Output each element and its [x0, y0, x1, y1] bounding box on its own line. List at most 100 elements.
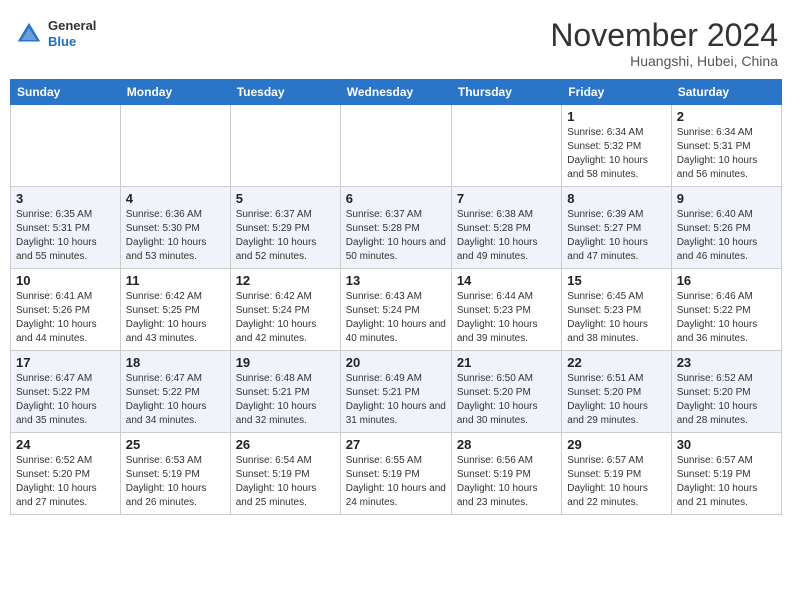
- weekday-header-row: SundayMondayTuesdayWednesdayThursdayFrid…: [11, 80, 782, 105]
- calendar-week-row: 1Sunrise: 6:34 AM Sunset: 5:32 PM Daylig…: [11, 105, 782, 187]
- weekday-header-tuesday: Tuesday: [230, 80, 340, 105]
- day-number: 3: [16, 191, 115, 206]
- day-number: 19: [236, 355, 335, 370]
- calendar-day-14: 14 Sunrise: 6:44 AM Sunset: 5:23 PM Dayli…: [451, 269, 561, 351]
- title-block: November 2024 Huangshi, Hubei, China: [550, 18, 778, 69]
- day-number: 29: [567, 437, 665, 452]
- day-number: 11: [126, 273, 225, 288]
- calendar-week-row: 24 Sunrise: 6:52 AM Sunset: 5:20 PM Dayli…: [11, 433, 782, 515]
- day-number: 14: [457, 273, 556, 288]
- empty-cell: [230, 105, 340, 187]
- calendar-day-3: 3 Sunrise: 6:35 AM Sunset: 5:31 PM Daylig…: [11, 187, 121, 269]
- day-number: 4: [126, 191, 225, 206]
- day-info: Sunrise: 6:52 AM Sunset: 5:20 PM Dayligh…: [16, 454, 115, 510]
- empty-cell: [11, 105, 121, 187]
- day-info: Sunrise: 6:42 AM Sunset: 5:25 PM Dayligh…: [126, 290, 225, 346]
- day-number: 28: [457, 437, 556, 452]
- calendar-day-5: 5 Sunrise: 6:37 AM Sunset: 5:29 PM Daylig…: [230, 187, 340, 269]
- day-info: Sunrise: 6:54 AM Sunset: 5:19 PM Dayligh…: [236, 454, 335, 510]
- logo-icon: [14, 19, 44, 49]
- day-info: Sunrise: 6:53 AM Sunset: 5:19 PM Dayligh…: [126, 454, 225, 510]
- day-info: Sunrise: 6:49 AM Sunset: 5:21 PM Dayligh…: [346, 372, 446, 428]
- day-info: Sunrise: 6:57 AM Sunset: 5:19 PM Dayligh…: [677, 454, 776, 510]
- calendar-day-30: 30Sunrise: 6:57 AM Sunset: 5:19 PM Dayli…: [671, 433, 781, 515]
- day-number: 24: [16, 437, 115, 452]
- day-number: 8: [567, 191, 665, 206]
- calendar-day-6: 6 Sunrise: 6:37 AM Sunset: 5:28 PM Daylig…: [340, 187, 451, 269]
- day-number: 7: [457, 191, 556, 206]
- weekday-header-friday: Friday: [562, 80, 671, 105]
- day-info: Sunrise: 6:34 AM Sunset: 5:31 PM Dayligh…: [677, 126, 776, 182]
- day-number: 26: [236, 437, 335, 452]
- calendar-day-24: 24 Sunrise: 6:52 AM Sunset: 5:20 PM Dayli…: [11, 433, 121, 515]
- day-number: 18: [126, 355, 225, 370]
- calendar-day-17: 17 Sunrise: 6:47 AM Sunset: 5:22 PM Dayli…: [11, 351, 121, 433]
- day-number: 22: [567, 355, 665, 370]
- weekday-header-thursday: Thursday: [451, 80, 561, 105]
- calendar-day-29: 29Sunrise: 6:57 AM Sunset: 5:19 PM Dayli…: [562, 433, 671, 515]
- day-info: Sunrise: 6:34 AM Sunset: 5:32 PM Dayligh…: [567, 126, 665, 182]
- calendar-day-19: 19 Sunrise: 6:48 AM Sunset: 5:21 PM Dayli…: [230, 351, 340, 433]
- empty-cell: [120, 105, 230, 187]
- day-info: Sunrise: 6:42 AM Sunset: 5:24 PM Dayligh…: [236, 290, 335, 346]
- weekday-header-monday: Monday: [120, 80, 230, 105]
- day-info: Sunrise: 6:44 AM Sunset: 5:23 PM Dayligh…: [457, 290, 556, 346]
- calendar-day-11: 11 Sunrise: 6:42 AM Sunset: 5:25 PM Dayli…: [120, 269, 230, 351]
- day-number: 6: [346, 191, 446, 206]
- empty-cell: [340, 105, 451, 187]
- weekday-header-saturday: Saturday: [671, 80, 781, 105]
- calendar-week-row: 10Sunrise: 6:41 AM Sunset: 5:26 PM Dayli…: [11, 269, 782, 351]
- day-info: Sunrise: 6:40 AM Sunset: 5:26 PM Dayligh…: [677, 208, 776, 264]
- calendar-day-1: 1Sunrise: 6:34 AM Sunset: 5:32 PM Daylig…: [562, 105, 671, 187]
- calendar-table: SundayMondayTuesdayWednesdayThursdayFrid…: [10, 79, 782, 515]
- logo: General Blue: [14, 18, 96, 49]
- calendar-day-10: 10Sunrise: 6:41 AM Sunset: 5:26 PM Dayli…: [11, 269, 121, 351]
- calendar-day-23: 23 Sunrise: 6:52 AM Sunset: 5:20 PM Dayli…: [671, 351, 781, 433]
- day-info: Sunrise: 6:38 AM Sunset: 5:28 PM Dayligh…: [457, 208, 556, 264]
- calendar-day-12: 12Sunrise: 6:42 AM Sunset: 5:24 PM Dayli…: [230, 269, 340, 351]
- day-number: 2: [677, 109, 776, 124]
- location: Huangshi, Hubei, China: [550, 53, 778, 69]
- day-info: Sunrise: 6:47 AM Sunset: 5:22 PM Dayligh…: [16, 372, 115, 428]
- day-number: 21: [457, 355, 556, 370]
- calendar-day-27: 27Sunrise: 6:55 AM Sunset: 5:19 PM Dayli…: [340, 433, 451, 515]
- day-number: 13: [346, 273, 446, 288]
- day-number: 9: [677, 191, 776, 206]
- day-number: 10: [16, 273, 115, 288]
- calendar-day-2: 2 Sunrise: 6:34 AM Sunset: 5:31 PM Daylig…: [671, 105, 781, 187]
- day-info: Sunrise: 6:45 AM Sunset: 5:23 PM Dayligh…: [567, 290, 665, 346]
- day-number: 5: [236, 191, 335, 206]
- day-info: Sunrise: 6:55 AM Sunset: 5:19 PM Dayligh…: [346, 454, 446, 510]
- calendar-week-row: 3 Sunrise: 6:35 AM Sunset: 5:31 PM Daylig…: [11, 187, 782, 269]
- day-info: Sunrise: 6:50 AM Sunset: 5:20 PM Dayligh…: [457, 372, 556, 428]
- day-info: Sunrise: 6:51 AM Sunset: 5:20 PM Dayligh…: [567, 372, 665, 428]
- calendar-day-15: 15 Sunrise: 6:45 AM Sunset: 5:23 PM Dayli…: [562, 269, 671, 351]
- day-info: Sunrise: 6:48 AM Sunset: 5:21 PM Dayligh…: [236, 372, 335, 428]
- day-number: 15: [567, 273, 665, 288]
- weekday-header-sunday: Sunday: [11, 80, 121, 105]
- calendar-day-13: 13 Sunrise: 6:43 AM Sunset: 5:24 PM Dayli…: [340, 269, 451, 351]
- day-info: Sunrise: 6:52 AM Sunset: 5:20 PM Dayligh…: [677, 372, 776, 428]
- day-number: 23: [677, 355, 776, 370]
- day-info: Sunrise: 6:37 AM Sunset: 5:29 PM Dayligh…: [236, 208, 335, 264]
- calendar-day-7: 7 Sunrise: 6:38 AM Sunset: 5:28 PM Daylig…: [451, 187, 561, 269]
- day-number: 25: [126, 437, 225, 452]
- calendar-day-18: 18Sunrise: 6:47 AM Sunset: 5:22 PM Dayli…: [120, 351, 230, 433]
- day-number: 17: [16, 355, 115, 370]
- day-info: Sunrise: 6:36 AM Sunset: 5:30 PM Dayligh…: [126, 208, 225, 264]
- calendar-day-9: 9 Sunrise: 6:40 AM Sunset: 5:26 PM Daylig…: [671, 187, 781, 269]
- calendar-day-8: 8 Sunrise: 6:39 AM Sunset: 5:27 PM Daylig…: [562, 187, 671, 269]
- calendar-day-25: 25 Sunrise: 6:53 AM Sunset: 5:19 PM Dayli…: [120, 433, 230, 515]
- calendar-day-16: 16Sunrise: 6:46 AM Sunset: 5:22 PM Dayli…: [671, 269, 781, 351]
- day-info: Sunrise: 6:43 AM Sunset: 5:24 PM Dayligh…: [346, 290, 446, 346]
- calendar-day-20: 20 Sunrise: 6:49 AM Sunset: 5:21 PM Dayli…: [340, 351, 451, 433]
- calendar-day-22: 22 Sunrise: 6:51 AM Sunset: 5:20 PM Dayli…: [562, 351, 671, 433]
- day-info: Sunrise: 6:39 AM Sunset: 5:27 PM Dayligh…: [567, 208, 665, 264]
- day-info: Sunrise: 6:46 AM Sunset: 5:22 PM Dayligh…: [677, 290, 776, 346]
- calendar-week-row: 17 Sunrise: 6:47 AM Sunset: 5:22 PM Dayli…: [11, 351, 782, 433]
- day-info: Sunrise: 6:35 AM Sunset: 5:31 PM Dayligh…: [16, 208, 115, 264]
- day-info: Sunrise: 6:37 AM Sunset: 5:28 PM Dayligh…: [346, 208, 446, 264]
- calendar-day-21: 21 Sunrise: 6:50 AM Sunset: 5:20 PM Dayli…: [451, 351, 561, 433]
- weekday-header-wednesday: Wednesday: [340, 80, 451, 105]
- day-number: 20: [346, 355, 446, 370]
